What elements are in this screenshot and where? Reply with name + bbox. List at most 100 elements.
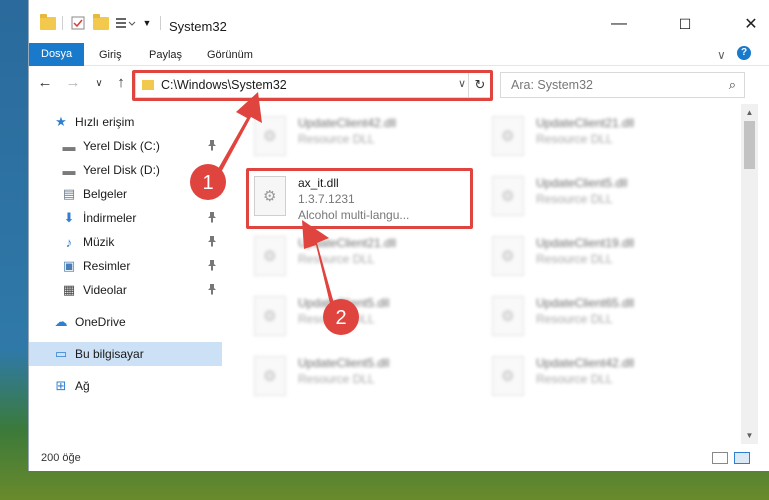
tab-home[interactable]: Giriş <box>99 44 122 66</box>
dll-file-icon <box>492 296 524 336</box>
sidebar-item[interactable]: ▭ Bu bilgisayar <box>29 342 222 366</box>
dll-file-icon <box>254 296 286 336</box>
file-detail: Resource DLL <box>298 372 375 386</box>
close-button[interactable]: ✕ <box>729 10 769 38</box>
pin-icon[interactable] <box>207 259 217 274</box>
sidebar-item-label: Ağ <box>75 379 90 393</box>
sidebar-item-label: Yerel Disk (C:) <box>83 139 160 153</box>
new-folder-icon[interactable] <box>92 13 110 32</box>
dll-file-icon <box>254 116 286 156</box>
file-detail: Resource DLL <box>536 192 613 206</box>
minimize-button[interactable]: — <box>597 10 641 38</box>
sidebar-item[interactable]: ▣ Resimler <box>29 254 222 278</box>
sidebar-item-label: Hızlı erişim <box>75 115 135 129</box>
item-count: 200 öğe <box>41 452 81 464</box>
sidebar-item[interactable]: ♪ Müzik <box>29 230 222 254</box>
recent-locations-button[interactable]: ∨ <box>89 78 109 89</box>
title-separator <box>160 16 161 30</box>
documents-icon: ▤ <box>62 186 76 201</box>
chevron-down-icon[interactable]: ▼ <box>141 14 153 32</box>
pin-icon[interactable] <box>207 211 217 226</box>
customize-toolbar-icon[interactable] <box>114 14 138 32</box>
status-bar: 200 öğe <box>29 444 769 471</box>
file-tile[interactable]: UpdateClient5.dll Resource DLL <box>250 290 486 346</box>
maximize-button[interactable]: ☐ <box>663 10 707 38</box>
file-name: UpdateClient19.dll <box>536 236 635 250</box>
file-detail: Resource DLL <box>536 312 613 326</box>
sidebar-item-label: İndirmeler <box>83 211 137 225</box>
folder-icon <box>39 13 57 32</box>
sidebar-item[interactable]: ▬ Yerel Disk (C:) <box>29 134 222 158</box>
file-highlight-box <box>246 168 473 229</box>
sidebar-item[interactable]: ⬇ İndirmeler <box>29 206 222 230</box>
sidebar-item[interactable]: ▤ Belgeler <box>29 182 222 206</box>
sidebar-item[interactable]: ▬ Yerel Disk (D:) <box>29 158 222 182</box>
pin-icon[interactable] <box>207 235 217 250</box>
file-tile[interactable]: UpdateClient21.dll Resource DLL <box>250 230 486 286</box>
music-icon: ♪ <box>65 234 73 250</box>
toolbar-separator <box>62 16 63 30</box>
sidebar-item-label: Resimler <box>83 259 131 273</box>
cloud-icon: ☁ <box>54 314 68 329</box>
sidebar-item[interactable]: ⊞ Ağ <box>29 374 222 398</box>
forward-button[interactable]: → <box>63 74 83 91</box>
details-view-icon[interactable] <box>712 452 728 464</box>
back-button[interactable]: ← <box>35 74 55 91</box>
scroll-up-button[interactable]: ▲ <box>741 104 758 121</box>
scroll-thumb[interactable] <box>744 121 755 169</box>
file-tile[interactable]: UpdateClient21.dll Resource DLL <box>488 110 724 166</box>
file-name: UpdateClient5.dll <box>536 176 628 190</box>
help-icon[interactable]: ? <box>737 46 751 60</box>
up-button[interactable]: ↑ <box>111 74 131 91</box>
download-icon: ⬇ <box>63 210 75 225</box>
file-detail: Resource DLL <box>536 132 613 146</box>
tab-view[interactable]: Görünüm <box>207 44 253 66</box>
tab-file[interactable]: Dosya <box>29 43 85 66</box>
ribbon-tabs: Dosya Giriş Paylaş Görünüm ∨ ? <box>29 40 769 66</box>
tab-share[interactable]: Paylaş <box>149 44 182 66</box>
properties-icon[interactable] <box>69 14 87 32</box>
sidebar-item-label: Bu bilgisayar <box>75 347 144 361</box>
file-tile[interactable]: UpdateClient42.dll Resource DLL <box>250 110 486 166</box>
search-icon[interactable]: ⌕ <box>729 77 736 93</box>
ribbon-collapse-icon[interactable]: ∨ <box>717 44 726 66</box>
computer-icon: ▭ <box>54 346 68 361</box>
sidebar-item[interactable]: ☁ OneDrive <box>29 310 222 334</box>
drive-icon: ▬ <box>62 162 76 178</box>
file-list: UpdateClient42.dllResource DLLUpdateClie… <box>222 104 749 444</box>
search-placeholder: Ara: System32 <box>511 78 593 92</box>
window-title: System32 <box>169 19 227 34</box>
pin-icon[interactable] <box>207 139 217 154</box>
file-tile[interactable]: UpdateClient5.dll Resource DLL <box>250 350 486 406</box>
scroll-down-button[interactable]: ▼ <box>741 427 758 444</box>
dll-file-icon <box>492 356 524 396</box>
file-name: UpdateClient5.dll <box>298 296 390 310</box>
file-tile[interactable]: UpdateClient65.dll Resource DLL <box>488 290 724 346</box>
sidebar-item[interactable]: ★ Hızlı erişim <box>29 110 222 134</box>
pin-icon[interactable] <box>207 283 217 298</box>
file-tile[interactable]: UpdateClient42.dll Resource DLL <box>488 350 724 406</box>
sidebar-item-label: OneDrive <box>75 315 126 329</box>
sidebar-item-label: Müzik <box>83 235 115 249</box>
dll-file-icon <box>254 236 286 276</box>
file-name: UpdateClient42.dll <box>536 356 635 370</box>
address-highlight-box <box>132 70 493 101</box>
tiles-view-icon[interactable] <box>734 452 750 464</box>
sidebar-item-label: Yerel Disk (D:) <box>83 163 160 177</box>
file-tile[interactable]: UpdateClient5.dll Resource DLL <box>488 170 724 226</box>
file-tile[interactable]: UpdateClient19.dll Resource DLL <box>488 230 724 286</box>
navigation-pane: ★ Hızlı erişim ▬ Yerel Disk (C:) ▬ Yerel Disk… <box>29 104 222 444</box>
sidebar-item[interactable]: ▦ Videolar <box>29 278 222 302</box>
vertical-scrollbar[interactable]: ▲ ▼ <box>741 104 758 444</box>
drive-icon: ▬ <box>62 138 76 154</box>
dll-file-icon <box>492 236 524 276</box>
file-detail: Resource DLL <box>536 252 613 266</box>
file-detail: Resource DLL <box>298 252 375 266</box>
sidebar-item-label: Videolar <box>83 283 127 297</box>
star-icon: ★ <box>55 114 67 129</box>
pin-icon[interactable] <box>207 187 217 202</box>
file-detail: Resource DLL <box>298 312 375 326</box>
search-box[interactable]: Ara: System32 ⌕ <box>500 72 745 98</box>
network-icon: ⊞ <box>55 378 67 393</box>
dll-file-icon <box>254 356 286 396</box>
